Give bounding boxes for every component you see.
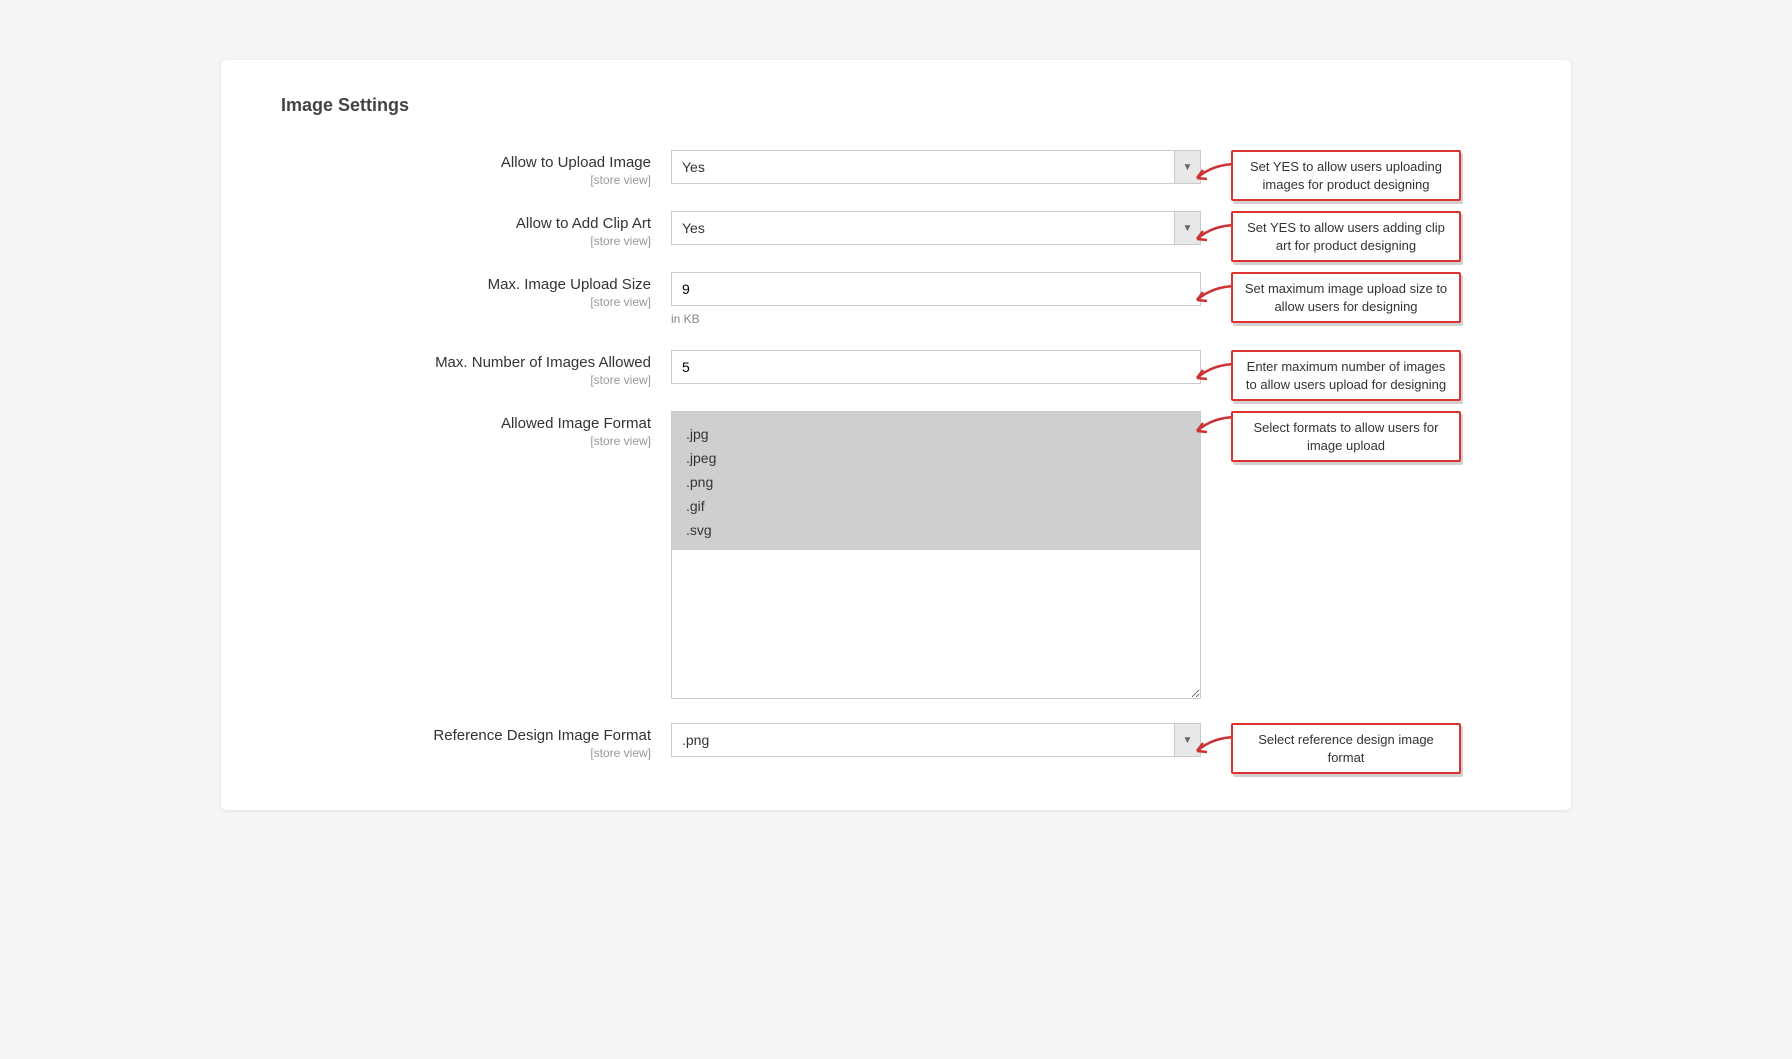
select-value: Yes (672, 212, 1174, 244)
label-max-size: Max. Image Upload Size [store view] (281, 272, 671, 309)
label-ref-format: Reference Design Image Format [store vie… (281, 723, 671, 760)
row-allow-upload: Allow to Upload Image [store view] Yes ▼… (281, 150, 1511, 187)
label-text: Allowed Image Format (501, 415, 651, 432)
label-text: Allow to Upload Image (501, 154, 651, 171)
row-allowed-format: Allowed Image Format [store view] .jpg .… (281, 411, 1511, 699)
label-text: Reference Design Image Format (433, 727, 651, 744)
format-option[interactable]: .png (686, 470, 1186, 494)
callout-allowed-format: Select formats to allow users for image … (1231, 411, 1461, 462)
format-option[interactable]: .jpg (686, 422, 1186, 446)
label-allow-clipart: Allow to Add Clip Art [store view] (281, 211, 671, 248)
label-scope: [store view] (281, 234, 651, 248)
label-allowed-format: Allowed Image Format [store view] (281, 411, 671, 448)
chevron-down-icon: ▼ (1174, 212, 1200, 244)
settings-panel: Image Settings Allow to Upload Image [st… (221, 60, 1571, 810)
format-option[interactable]: .svg (686, 518, 1186, 542)
max-size-input[interactable] (671, 272, 1201, 306)
row-ref-format: Reference Design Image Format [store vie… (281, 723, 1511, 760)
allow-upload-select[interactable]: Yes ▼ (671, 150, 1201, 184)
max-count-input[interactable] (671, 350, 1201, 384)
chevron-down-icon: ▼ (1174, 724, 1200, 756)
allow-clipart-select[interactable]: Yes ▼ (671, 211, 1201, 245)
multiselect-selected-region: .jpg .jpeg .png .gif .svg (672, 412, 1200, 550)
callout-allow-upload: Set YES to allow users uploading images … (1231, 150, 1461, 201)
label-text: Allow to Add Clip Art (516, 215, 651, 232)
callout-max-size: Set maximum image upload size to allow u… (1231, 272, 1461, 323)
label-scope: [store view] (281, 373, 651, 387)
ref-format-select[interactable]: .png ▼ (671, 723, 1201, 757)
allowed-format-multiselect[interactable]: .jpg .jpeg .png .gif .svg (671, 411, 1201, 699)
section-title: Image Settings (281, 95, 1511, 116)
label-max-count: Max. Number of Images Allowed [store vie… (281, 350, 671, 387)
label-scope: [store view] (281, 173, 651, 187)
chevron-down-icon: ▼ (1174, 151, 1200, 183)
label-scope: [store view] (281, 746, 651, 760)
label-text: Max. Image Upload Size (488, 276, 651, 293)
select-value: .png (672, 724, 1174, 756)
select-value: Yes (672, 151, 1174, 183)
row-max-size: Max. Image Upload Size [store view] in K… (281, 272, 1511, 326)
format-option[interactable]: .jpeg (686, 446, 1186, 470)
label-allow-upload: Allow to Upload Image [store view] (281, 150, 671, 187)
format-option[interactable]: .gif (686, 494, 1186, 518)
callout-ref-format: Select reference design image format (1231, 723, 1461, 774)
row-allow-clipart: Allow to Add Clip Art [store view] Yes ▼… (281, 211, 1511, 248)
field-note-kb: in KB (671, 312, 1201, 326)
row-max-count: Max. Number of Images Allowed [store vie… (281, 350, 1511, 387)
label-scope: [store view] (281, 434, 651, 448)
label-text: Max. Number of Images Allowed (435, 354, 651, 371)
callout-allow-clipart: Set YES to allow users adding clip art f… (1231, 211, 1461, 262)
label-scope: [store view] (281, 295, 651, 309)
callout-max-count: Enter maximum number of images to allow … (1231, 350, 1461, 401)
